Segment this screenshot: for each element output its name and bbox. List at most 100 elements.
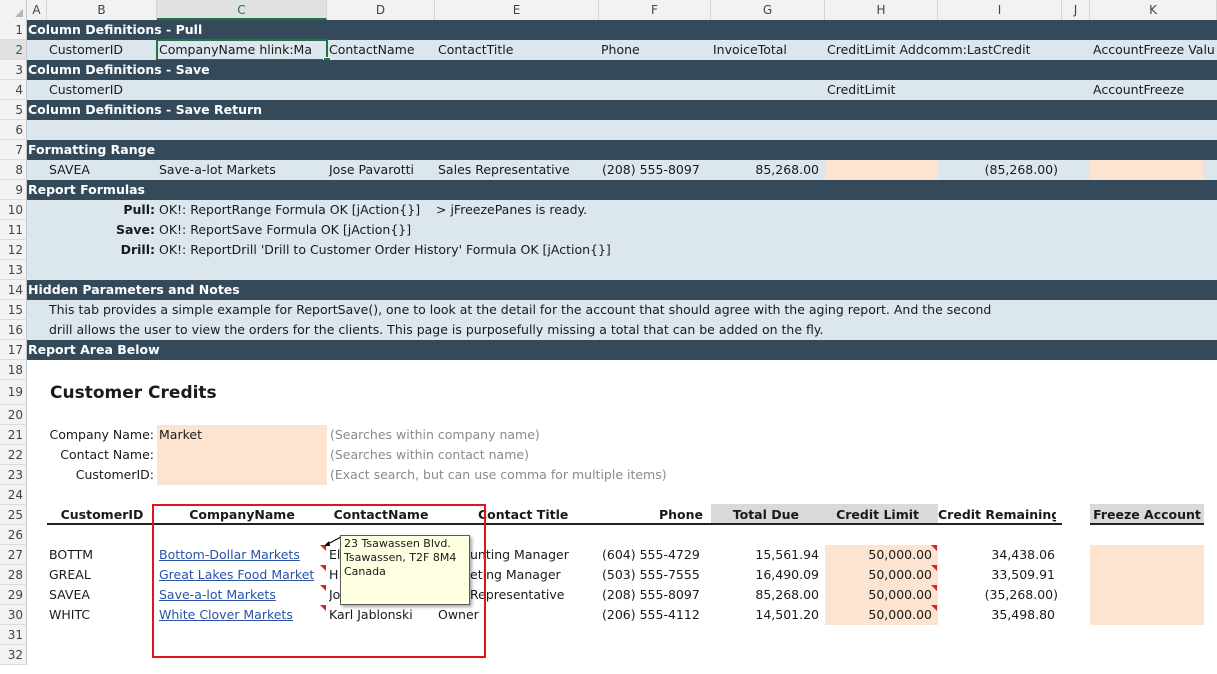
column-header-g[interactable]: G: [711, 0, 825, 20]
row-header[interactable]: 10: [0, 200, 27, 220]
company-name-input[interactable]: Market: [159, 425, 325, 445]
row-header[interactable]: 26: [0, 525, 27, 545]
cell-c8[interactable]: Save-a-lot Markets: [159, 160, 276, 180]
row-credit-limit[interactable]: 50,000.00: [825, 545, 932, 565]
column-header-k[interactable]: K: [1090, 0, 1217, 20]
row-header[interactable]: 4: [0, 80, 27, 100]
row-header[interactable]: 24: [0, 485, 27, 505]
cell-b4[interactable]: CustomerID: [49, 80, 123, 100]
select-all-corner[interactable]: [0, 0, 27, 20]
row-header[interactable]: 12: [0, 240, 27, 260]
header-phone[interactable]: Phone: [599, 505, 703, 525]
row-contact-title[interactable]: eting Manager: [470, 565, 598, 585]
row-credit-remaining[interactable]: 34,438.06: [938, 545, 1055, 565]
row-credit-remaining[interactable]: 35,498.80: [938, 605, 1055, 625]
row-header[interactable]: 18: [0, 360, 27, 380]
pull-status[interactable]: OK!: ReportRange Formula OK [jAction{}]: [159, 200, 420, 220]
cell-d8[interactable]: Jose Pavarotti: [329, 160, 414, 180]
comment-indicator[interactable]: [931, 545, 937, 551]
cell-k8-input[interactable]: [1090, 160, 1203, 180]
column-header-e[interactable]: E: [435, 0, 599, 20]
row-phone[interactable]: (604) 555-4729: [602, 545, 700, 565]
row-credit-remaining[interactable]: (35,268.00): [938, 585, 1058, 605]
row-header[interactable]: 28: [0, 565, 27, 585]
row-header[interactable]: 29: [0, 585, 27, 605]
cell-h4[interactable]: CreditLimit: [827, 80, 896, 100]
row-phone[interactable]: (206) 555-4112: [602, 605, 700, 625]
header-freeze-account[interactable]: Freeze Account: [1090, 505, 1204, 525]
row-header[interactable]: 16: [0, 320, 27, 340]
cell-k2[interactable]: AccountFreeze Valu: [1093, 40, 1217, 60]
cell-b2[interactable]: CustomerID: [49, 40, 123, 60]
column-header-f[interactable]: F: [599, 0, 711, 20]
row-header[interactable]: 22: [0, 445, 27, 465]
row-credit-limit[interactable]: 50,000.00: [825, 605, 932, 625]
cell-k4[interactable]: AccountFreeze: [1093, 80, 1184, 100]
row-phone[interactable]: (208) 555-8097: [602, 585, 700, 605]
notes-line-1[interactable]: This tab provides a simple example for R…: [49, 300, 991, 320]
row-header[interactable]: 20: [0, 405, 27, 425]
row-credit-remaining[interactable]: 33,509.91: [938, 565, 1055, 585]
notes-line-2[interactable]: drill allows the user to view the orders…: [49, 320, 823, 340]
comment-indicator[interactable]: [931, 565, 937, 571]
row-header[interactable]: 32: [0, 645, 27, 665]
cell-f8[interactable]: (208) 555-8097: [602, 160, 700, 180]
row-header[interactable]: 6: [0, 120, 27, 140]
row-header[interactable]: 17: [0, 340, 27, 360]
row-header[interactable]: 3: [0, 60, 27, 80]
comment-indicator[interactable]: [931, 605, 937, 611]
row-header[interactable]: 23: [0, 465, 27, 485]
row-contact-title[interactable]: unting Manager: [470, 545, 598, 565]
cell-h8-input[interactable]: [825, 160, 938, 180]
row-credit-limit[interactable]: 50,000.00: [825, 585, 932, 605]
row-customer-id[interactable]: WHITC: [49, 605, 90, 625]
customer-id-input[interactable]: [159, 465, 325, 485]
header-contact-title[interactable]: Contact Title: [478, 505, 568, 525]
row-contact-title[interactable]: Representative: [470, 585, 598, 605]
column-header-d[interactable]: D: [327, 0, 435, 20]
row-header[interactable]: 30: [0, 605, 27, 625]
row-header[interactable]: 9: [0, 180, 27, 200]
row-total-due[interactable]: 14,501.20: [711, 605, 819, 625]
row-total-due[interactable]: 15,561.94: [711, 545, 819, 565]
row-header[interactable]: 13: [0, 260, 27, 280]
cell-e8[interactable]: Sales Representative: [438, 160, 570, 180]
row-phone[interactable]: (503) 555-7555: [602, 565, 700, 585]
row-credit-limit[interactable]: 50,000.00: [825, 565, 932, 585]
column-header-a[interactable]: A: [27, 0, 47, 20]
pull-extra-status[interactable]: > jFreezePanes is ready.: [436, 200, 587, 220]
cell-e2[interactable]: ContactTitle: [438, 40, 513, 60]
column-header-h[interactable]: H: [825, 0, 938, 20]
row-header[interactable]: 19: [0, 380, 27, 405]
column-header-j[interactable]: J: [1062, 0, 1090, 20]
row-header[interactable]: 25: [0, 505, 27, 525]
cell-h2[interactable]: CreditLimit Addcomm:LastCredit: [827, 40, 1030, 60]
row-header[interactable]: 1: [0, 20, 27, 40]
cell-b8[interactable]: SAVEA: [49, 160, 90, 180]
cell-g2[interactable]: InvoiceTotal: [713, 40, 787, 60]
contact-name-input[interactable]: [159, 445, 325, 465]
column-header-c[interactable]: C: [157, 0, 327, 20]
header-credit-limit[interactable]: Credit Limit: [825, 505, 919, 525]
row-total-due[interactable]: 16,490.09: [711, 565, 819, 585]
header-customer-id[interactable]: CustomerID: [47, 505, 157, 525]
column-header-i[interactable]: I: [938, 0, 1062, 20]
cell-f2[interactable]: Phone: [601, 40, 640, 60]
active-cell-selection[interactable]: [156, 39, 328, 61]
row-header[interactable]: 5: [0, 100, 27, 120]
cell-i8[interactable]: (85,268.00): [938, 160, 1058, 180]
row-header[interactable]: 14: [0, 280, 27, 300]
row-customer-id[interactable]: BOTTM: [49, 545, 93, 565]
row-customer-id[interactable]: SAVEA: [49, 585, 90, 605]
row-header[interactable]: 11: [0, 220, 27, 240]
row-header[interactable]: 7: [0, 140, 27, 160]
row-header[interactable]: 27: [0, 545, 27, 565]
comment-indicator[interactable]: [931, 585, 937, 591]
row-header[interactable]: 15: [0, 300, 27, 320]
cell-d2[interactable]: ContactName: [329, 40, 415, 60]
cell-g8[interactable]: 85,268.00: [711, 160, 819, 180]
column-header-b[interactable]: B: [47, 0, 157, 20]
row-header[interactable]: 31: [0, 625, 27, 645]
drill-status[interactable]: OK!: ReportDrill 'Drill to Customer Orde…: [159, 240, 611, 260]
row-header[interactable]: 8: [0, 160, 27, 180]
